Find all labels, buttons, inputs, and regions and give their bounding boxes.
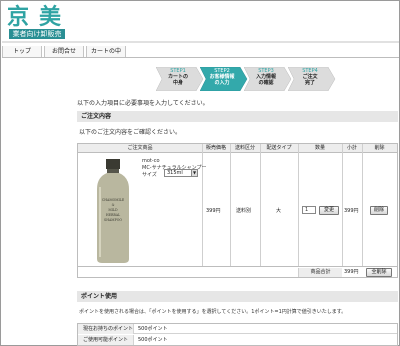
header-shipping-class: 送料区分	[234, 145, 255, 151]
header-quantity: 数量	[314, 145, 325, 151]
points-available-value: 500ポイント	[138, 337, 168, 343]
order-section-heading: ご注文内容	[77, 111, 398, 122]
product-delivery-type: 大	[276, 208, 282, 214]
clear-all-button[interactable]: 全削除	[366, 268, 392, 277]
total-value: 399円	[344, 269, 359, 275]
product-shipping-class: 送料別	[236, 208, 252, 214]
points-section-heading: ポイント使用	[77, 291, 398, 302]
change-quantity-button[interactable]: 変更	[319, 206, 339, 215]
step-2: STEP2 お客様情報 の入力	[200, 67, 248, 91]
column-divider	[230, 144, 231, 267]
cart-table-header: ご注文商品 販売価格 送料区分 配送タイプ 数量 小計 削除	[78, 144, 397, 153]
product-subtotal: 399円	[344, 208, 359, 214]
points-row-current: 現在お持ちのポイント 500ポイント	[78, 324, 397, 334]
nav-item-contact[interactable]: お問合せ	[44, 46, 84, 57]
svg-text:&: &	[112, 203, 115, 207]
header-product: ご注文商品	[127, 145, 153, 151]
points-current-value: 500ポイント	[138, 326, 168, 332]
points-available-label: ご使用可能ポイント	[78, 335, 134, 345]
product-bottle-image[interactable]: CHAMOMILE & MILD HERBAL SHAMPOO	[94, 159, 132, 264]
total-label: 商品合計	[298, 268, 342, 277]
row-divider	[78, 266, 397, 267]
svg-text:SHAMPOO: SHAMPOO	[104, 218, 122, 222]
step-3-label: 入力情報 の確認	[255, 74, 276, 86]
column-divider	[362, 144, 363, 267]
column-divider	[342, 144, 343, 267]
product-price: 399円	[206, 208, 221, 214]
logo-text: 京美	[7, 4, 72, 30]
header-delete: 削除	[374, 145, 385, 151]
column-divider	[202, 144, 203, 267]
product-size-label: サイズ	[142, 172, 157, 178]
intro-text: 以下の入力項目に必要事項を入力してください。	[77, 100, 209, 107]
step-1-label: カートの 中身	[167, 74, 188, 86]
svg-text:MILD: MILD	[108, 208, 118, 212]
size-select-value: 315ml	[167, 170, 183, 176]
step-4-label: ご注文 完了	[302, 74, 318, 86]
header-divider	[2, 41, 399, 43]
step-3: STEP3 入力情報 の確認	[244, 67, 292, 91]
column-divider	[298, 144, 299, 267]
nav-item-cart[interactable]: カートの中	[86, 46, 126, 57]
quantity-input[interactable]: 1	[302, 206, 316, 214]
nav-item-top[interactable]: トップ	[2, 46, 42, 57]
svg-text:HERBAL: HERBAL	[106, 213, 121, 217]
points-section-description: ポイントを使用される場合は、「ポイントを使用する」を選択してください。1ポイント…	[79, 309, 347, 315]
size-select[interactable]: 315ml ▼	[164, 169, 198, 177]
page-frame: 京美 業者向け卸販売 トップ お問合せ カートの中 STEP1 カートの 中身 S…	[0, 0, 400, 346]
step-2-label: お客様情報 の入力	[209, 74, 235, 86]
column-divider	[260, 144, 261, 267]
header-subtotal: 小計	[346, 145, 357, 151]
header-price: 販売価格	[205, 145, 226, 151]
step-4: STEP4 ご注文 完了	[288, 67, 336, 91]
svg-text:CHAMOMILE: CHAMOMILE	[102, 198, 125, 202]
cart-table: ご注文商品 販売価格 送料区分 配送タイプ 数量 小計 削除 CHAMOMILE…	[77, 143, 398, 278]
delete-item-button[interactable]: 削除	[370, 206, 388, 215]
header-delivery-type: 配送タイプ	[266, 145, 292, 151]
order-section-description: 以下のご注文内容をご確認ください。	[79, 129, 182, 136]
points-current-label: 現在お持ちのポイント	[78, 324, 134, 334]
site-logo[interactable]: 京美 業者向け卸販売	[7, 4, 67, 44]
logo-subtitle: 業者向け卸販売	[9, 29, 65, 39]
points-table: 現在お持ちのポイント 500ポイント ご使用可能ポイント 500ポイント	[77, 323, 398, 346]
points-row-available: ご使用可能ポイント 500ポイント	[78, 335, 397, 345]
checkout-steps: STEP1 カートの 中身 STEP2 お客様情報 の入力 STEP3 入力情報 の確…	[156, 67, 336, 91]
step-1: STEP1 カートの 中身	[156, 67, 204, 91]
chevron-down-icon: ▼	[191, 170, 197, 176]
top-nav: トップ お問合せ カートの中	[2, 46, 399, 58]
